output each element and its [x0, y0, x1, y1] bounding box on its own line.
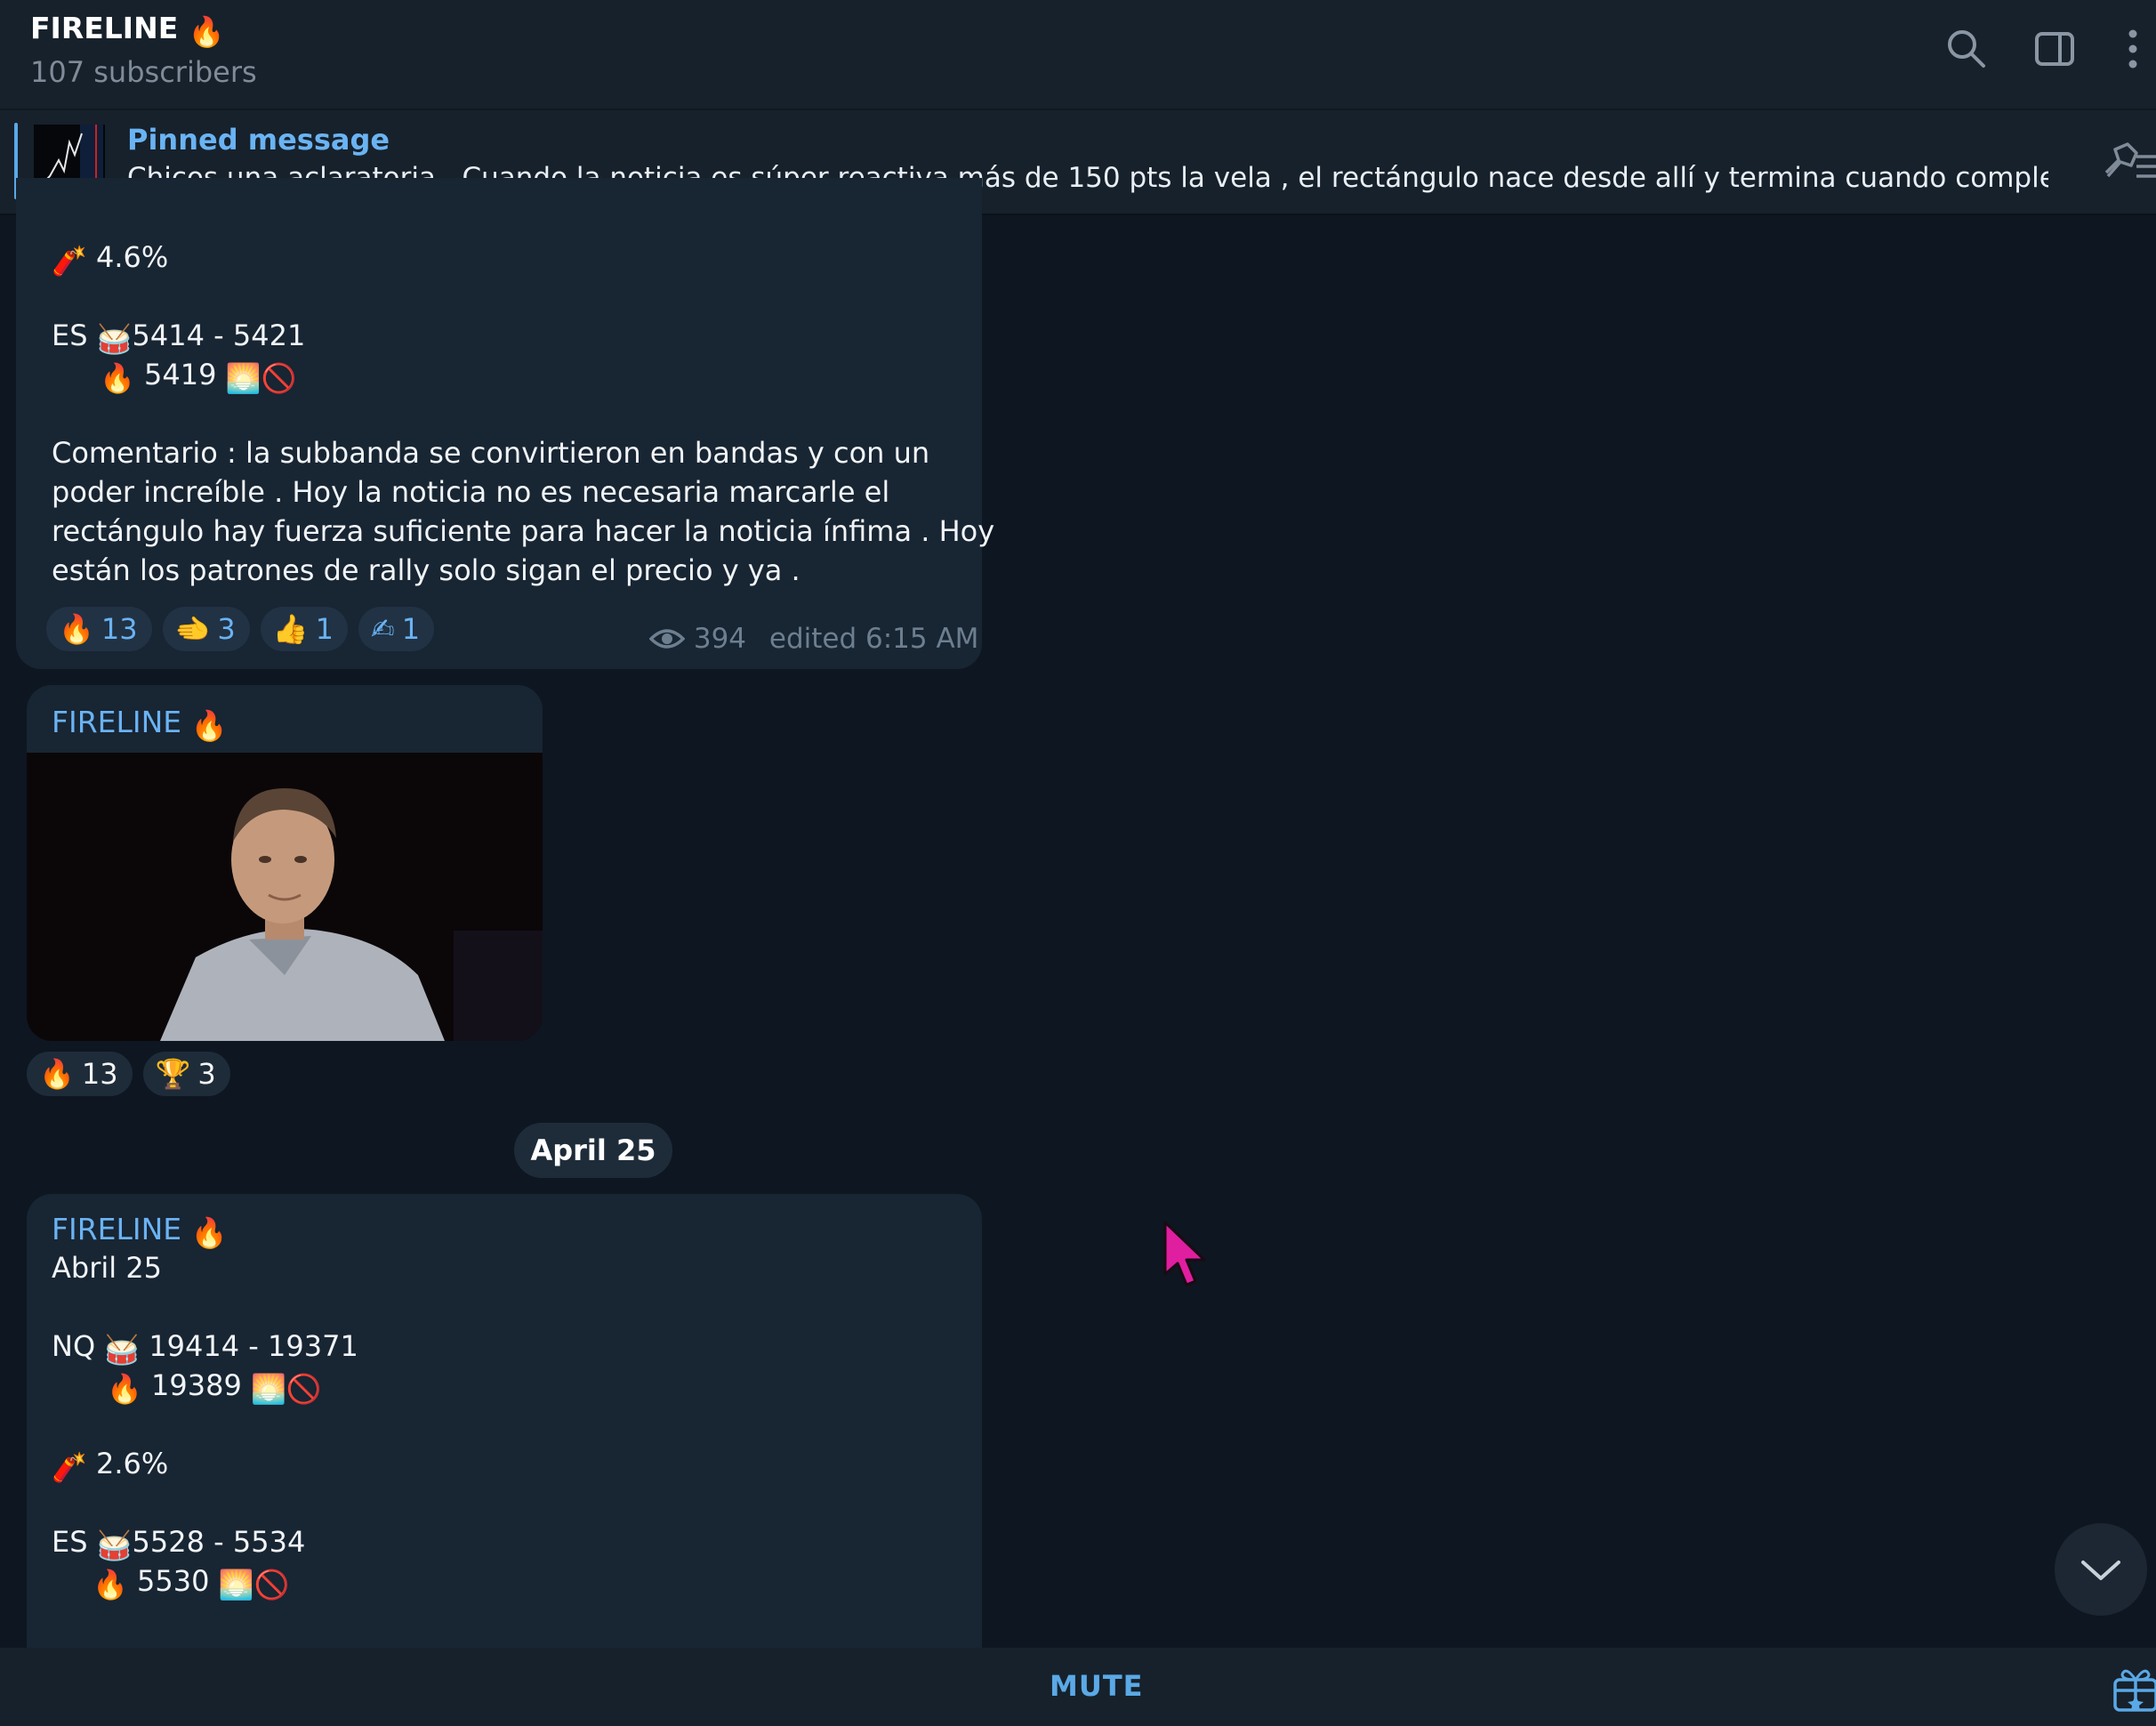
gif-message[interactable]: FIRELINE 🔥: [27, 685, 543, 1041]
reaction-thumbs-up[interactable]: 👍 1: [260, 607, 348, 651]
reaction-trophy[interactable]: 🏆 3: [142, 1052, 230, 1096]
prohibited-emoji: 🚫: [286, 1372, 322, 1406]
comment-line: Comentario : la subbanda se convirtieron…: [52, 436, 930, 470]
pin-list-icon[interactable]: [2097, 137, 2156, 190]
reactions-row: 🔥 13 🫲 3 👍 1 ✍ 1: [46, 607, 435, 651]
sunrise-emoji: 🌅: [218, 1568, 254, 1601]
message-bubble[interactable]: 🧨 4.6% ES 🥁5414 - 5421 🔥 5419 🌅🚫 Comenta…: [16, 178, 994, 669]
es-fire-line: 🔥 5419 🌅🚫: [100, 358, 297, 395]
channel-title[interactable]: FIRELINE 🔥: [30, 11, 225, 50]
drum-emoji: 🥁: [104, 1333, 141, 1367]
comment-line: rectángulo hay fuerza suficiente para ha…: [52, 514, 995, 548]
sidebar-toggle-icon[interactable]: [2031, 25, 2080, 73]
sender-name[interactable]: FIRELINE 🔥: [52, 1212, 228, 1251]
drum-emoji: 🥁: [96, 322, 133, 356]
fire-emoji: 🔥: [93, 1568, 128, 1601]
gif-animation[interactable]: [27, 753, 543, 1041]
scroll-down-button[interactable]: [2055, 1523, 2147, 1616]
date-separator: April 25: [514, 1123, 672, 1178]
es-range-line: ES 🥁5528 - 5534: [52, 1525, 306, 1562]
sunrise-emoji: 🌅: [225, 361, 261, 395]
mute-button[interactable]: MUTE: [1050, 1669, 1144, 1703]
es-fire-line: 🔥 5530 🌅🚫: [93, 1564, 290, 1601]
gif-image: [27, 753, 543, 1041]
fire-emoji: 🔥: [100, 361, 135, 395]
fire-emoji: 🔥: [107, 1372, 142, 1406]
fire-emoji: 🔥: [188, 14, 225, 49]
firecracker-emoji: 🧨: [52, 1450, 87, 1484]
reaction-fire[interactable]: 🔥 13: [46, 607, 152, 651]
message-meta: 394 edited 6:15 AM: [648, 623, 979, 655]
reaction-fire[interactable]: 🔥 13: [27, 1052, 133, 1096]
prohibited-emoji: 🚫: [261, 361, 297, 395]
gif-reactions-row: 🔥 13 🏆 3: [27, 1052, 230, 1096]
gift-icon[interactable]: [2112, 1662, 2156, 1712]
eye-icon: [648, 629, 686, 649]
cursor-icon: [1163, 1221, 1206, 1286]
firecracker-emoji: 🧨: [52, 244, 87, 278]
chat-header[interactable]: FIRELINE 🔥 107 subscribers: [0, 0, 2156, 110]
reaction-writing-hand[interactable]: ✍ 1: [358, 607, 435, 651]
date-line: Abril 25: [52, 1251, 163, 1285]
sender-name[interactable]: FIRELINE 🔥: [52, 705, 228, 744]
percent-line: 🧨 2.6%: [52, 1447, 169, 1484]
bottom-bar: MUTE: [0, 1648, 2156, 1726]
view-count: 394: [693, 623, 747, 655]
fire-emoji: 🔥: [190, 1215, 228, 1250]
nq-fire-line: 🔥 19389 🌅🚫: [107, 1368, 322, 1406]
drum-emoji: 🥁: [96, 1528, 133, 1562]
subscriber-count: 107 subscribers: [30, 55, 257, 89]
search-icon[interactable]: [1943, 25, 1991, 73]
chevron-down-icon: [2081, 1561, 2120, 1580]
sunrise-emoji: 🌅: [250, 1372, 286, 1406]
pinned-title: Pinned message: [127, 123, 390, 157]
reaction-hand[interactable]: 🫲 3: [162, 607, 250, 651]
more-icon[interactable]: [2112, 25, 2156, 73]
fire-emoji: 🔥: [190, 708, 228, 743]
comment-line: poder increíble . Hoy la noticia no es n…: [52, 475, 890, 509]
nq-range-line: NQ 🥁 19414 - 19371: [52, 1329, 358, 1367]
prohibited-emoji: 🚫: [253, 1568, 290, 1601]
es-range-line: ES 🥁5414 - 5421: [52, 319, 306, 356]
message-bubble[interactable]: FIRELINE 🔥 Abril 25 NQ 🥁 19414 - 19371 🔥…: [27, 1194, 982, 1657]
edited-time: edited 6:15 AM: [768, 623, 979, 655]
comment-line: están los patrones de rally solo sigan e…: [52, 553, 800, 587]
percent-line: 🧨 4.6%: [52, 240, 169, 278]
